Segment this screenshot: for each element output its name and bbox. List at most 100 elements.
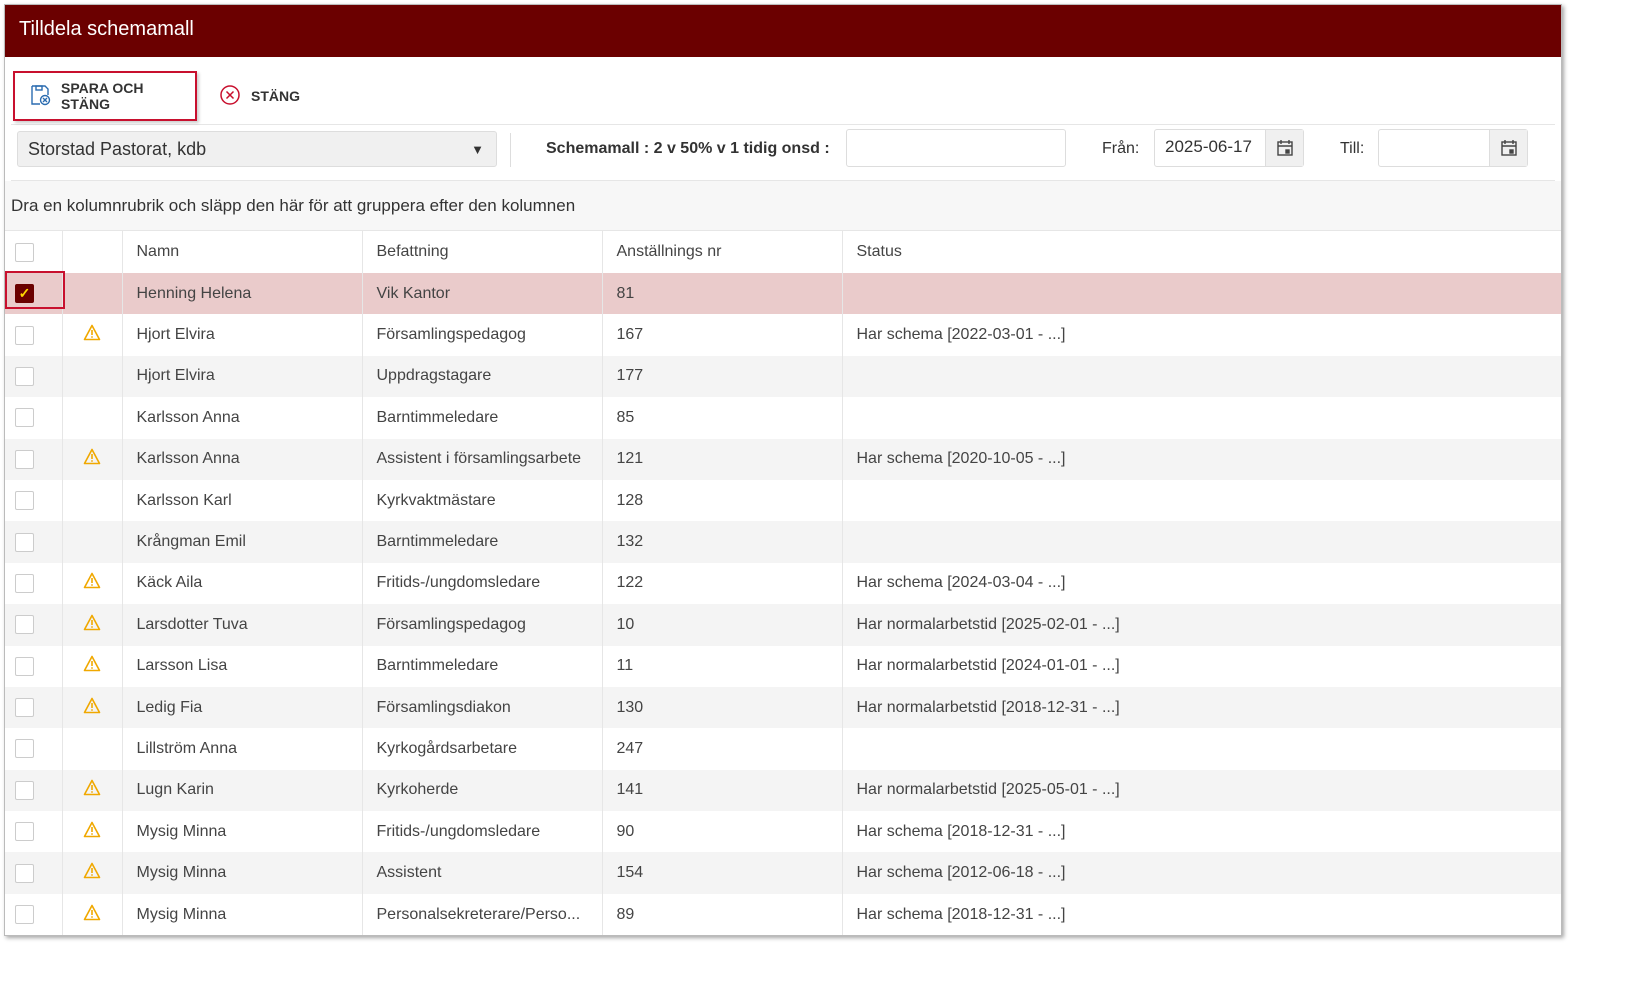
- dropdown-arrow-icon: ▼: [471, 142, 484, 157]
- column-header-status[interactable]: Status: [841, 231, 1561, 273]
- table-row[interactable]: ✓ Henning Helena Vik Kantor 81: [5, 271, 1561, 315]
- warning-cell: [61, 562, 122, 605]
- table-row[interactable]: Krångman Emil Barntimmeledare 132: [5, 521, 1561, 563]
- table-row[interactable]: Käck Aila Fritids-/ungdomsledare 122 Har…: [5, 562, 1561, 605]
- toolbar: SPARA OCH STÄNG STÄNG: [11, 57, 1555, 125]
- status-cell: Har schema [2012-06-18 - ...]: [841, 852, 1561, 894]
- name-cell: Mysig Minna: [121, 852, 362, 894]
- row-checkbox[interactable]: [15, 408, 34, 428]
- row-select-cell: [5, 397, 62, 438]
- warning-icon: [83, 655, 101, 672]
- row-checkbox[interactable]: [15, 325, 34, 345]
- warning-icon: [83, 904, 101, 920]
- to-calendar-button[interactable]: [1489, 130, 1527, 166]
- name-cell: Mysig Minna: [121, 893, 362, 935]
- row-checkbox[interactable]: [15, 656, 34, 676]
- close-button[interactable]: STÄNG: [205, 71, 314, 121]
- select-all-checkbox[interactable]: [15, 242, 34, 262]
- table-row[interactable]: Mysig Minna Assistent 154 Har schema [20…: [5, 852, 1561, 894]
- group-by-drop-zone[interactable]: Dra en kolumnrubrik och släpp den här fö…: [5, 181, 1561, 231]
- warning-icon: [83, 697, 101, 713]
- table-row[interactable]: Larsdotter Tuva Församlingspedagog 10 Ha…: [5, 604, 1561, 646]
- unit-value: Storstad Pastorat, kdb: [28, 139, 207, 159]
- employee-nr-cell: 122: [601, 562, 842, 605]
- table-row[interactable]: Karlsson Anna Assistent i församlingsarb…: [5, 438, 1561, 480]
- row-checkbox[interactable]: [15, 822, 34, 842]
- position-cell: Fritids-/ungdomsledare: [361, 811, 602, 853]
- table-row[interactable]: Hjort Elvira Församlingspedagog 167 Har …: [5, 314, 1561, 356]
- template-input[interactable]: [846, 129, 1066, 167]
- employee-nr-cell: 177: [601, 355, 842, 398]
- warning-cell: [61, 728, 122, 770]
- warning-cell: [61, 355, 122, 398]
- row-checkbox[interactable]: [15, 532, 34, 552]
- employee-nr-cell: 141: [601, 769, 842, 812]
- warning-cell: [61, 521, 122, 563]
- row-select-cell: [5, 769, 62, 812]
- table-row[interactable]: Lillström Anna Kyrkogårdsarbetare 247: [5, 728, 1561, 770]
- table-row[interactable]: Karlsson Karl Kyrkvaktmästare 128: [5, 479, 1561, 522]
- table-row[interactable]: Ledig Fia Församlingsdiakon 130 Har norm…: [5, 686, 1561, 729]
- row-checkbox[interactable]: [15, 905, 34, 925]
- name-cell: Krångman Emil: [121, 521, 362, 563]
- name-cell: Ledig Fia: [121, 686, 362, 729]
- row-checkbox[interactable]: [15, 449, 34, 469]
- row-checkbox[interactable]: [15, 366, 34, 386]
- warning-cell: [61, 314, 122, 356]
- name-cell: Lugn Karin: [121, 769, 362, 812]
- table-row[interactable]: Hjort Elvira Uppdragstagare 177: [5, 355, 1561, 398]
- row-select-cell: ✓: [5, 271, 65, 315]
- from-date-value: 2025-06-17: [1165, 137, 1252, 156]
- employee-nr-cell: 121: [601, 438, 842, 480]
- column-header-employee-nr[interactable]: Anställnings nr: [601, 231, 842, 273]
- warning-cell: [61, 645, 122, 687]
- save-icon: [29, 84, 51, 109]
- table-row[interactable]: Mysig Minna Fritids-/ungdomsledare 90 Ha…: [5, 811, 1561, 853]
- template-label: Schemamall : 2 v 50% v 1 tidig onsd :: [546, 140, 830, 157]
- assign-template-dialog: Tilldela schemamall SPARA OCH STÄNG STÄN…: [4, 4, 1562, 936]
- divider: [510, 133, 511, 167]
- to-date-input[interactable]: [1378, 129, 1528, 167]
- name-cell: Karlsson Anna: [121, 397, 362, 439]
- employee-nr-cell: 11: [601, 645, 842, 687]
- from-date-input[interactable]: 2025-06-17: [1154, 129, 1304, 167]
- name-cell: Mysig Minna: [121, 811, 362, 853]
- save-and-close-button[interactable]: SPARA OCH STÄNG: [13, 71, 197, 121]
- column-header-position[interactable]: Befattning: [361, 231, 602, 273]
- calendar-icon: [1276, 140, 1293, 156]
- from-label: Från:: [1102, 140, 1140, 157]
- row-select-cell: [5, 314, 62, 355]
- position-cell: Assistent: [361, 852, 602, 894]
- position-cell: Församlingspedagog: [361, 604, 602, 646]
- table-row[interactable]: Larsson Lisa Barntimmeledare 11 Har norm…: [5, 645, 1561, 687]
- warning-cell: [61, 769, 122, 812]
- column-header-name[interactable]: Namn: [121, 231, 362, 273]
- table-row[interactable]: Karlsson Anna Barntimmeledare 85: [5, 397, 1561, 439]
- row-select-cell: [5, 728, 62, 769]
- row-checkbox[interactable]: [15, 739, 34, 759]
- unit-select[interactable]: Storstad Pastorat, kdb ▼: [17, 131, 497, 167]
- row-checkbox[interactable]: [15, 863, 34, 883]
- status-cell: Har schema [2018-12-31 - ...]: [841, 893, 1561, 935]
- warning-cell: [61, 397, 122, 439]
- row-select-cell: [5, 894, 62, 935]
- warning-cell: [61, 893, 122, 935]
- employee-nr-cell: 85: [601, 397, 842, 439]
- name-cell: Käck Aila: [121, 562, 362, 605]
- select-all-header: [5, 231, 62, 273]
- position-cell: Församlingsdiakon: [361, 686, 602, 729]
- warning-icon: [83, 324, 101, 341]
- row-checkbox[interactable]: [15, 698, 34, 718]
- position-cell: Kyrkogårdsarbetare: [361, 728, 602, 770]
- row-checkbox[interactable]: [15, 780, 34, 800]
- warning-cell: [61, 686, 122, 729]
- row-checkbox[interactable]: [15, 491, 34, 511]
- table-row[interactable]: Mysig Minna Personalsekreterare/Perso...…: [5, 893, 1561, 935]
- name-cell: Karlsson Anna: [121, 438, 362, 480]
- row-checkbox[interactable]: [15, 615, 34, 635]
- table-row[interactable]: Lugn Karin Kyrkoherde 141 Har normalarbe…: [5, 769, 1561, 812]
- from-calendar-button[interactable]: [1265, 130, 1303, 166]
- warning-cell: [61, 273, 122, 315]
- row-checkbox[interactable]: [15, 573, 34, 593]
- name-cell: Hjort Elvira: [121, 355, 362, 398]
